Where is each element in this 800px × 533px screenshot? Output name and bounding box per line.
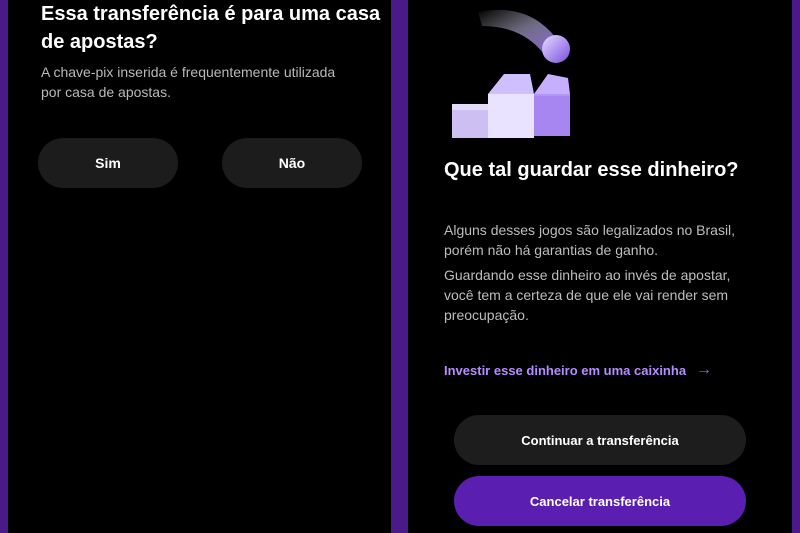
- save-money-title: Que tal guardar esse dinheiro?: [444, 159, 739, 181]
- boxes-illustration-icon: [452, 9, 570, 138]
- invest-in-box-link[interactable]: Investir esse dinheiro em uma caixinha →: [444, 360, 712, 380]
- bet-question-title: Essa transferência é para uma casa de ap…: [41, 3, 381, 53]
- cancel-transfer-button[interactable]: Cancelar transferência: [454, 476, 746, 526]
- bet-question-description: A chave-pix inserida é frequentemente ut…: [41, 64, 336, 100]
- yes-button[interactable]: Sim: [38, 138, 178, 188]
- legality-paragraph: Alguns desses jogos são legalizados no B…: [444, 222, 736, 258]
- no-button[interactable]: Não: [222, 138, 362, 188]
- invest-link-label: Investir esse dinheiro em uma caixinha: [444, 362, 687, 378]
- arrow-right-icon: →: [696, 361, 713, 378]
- continue-transfer-button[interactable]: Continuar a transferência: [454, 415, 746, 465]
- right-phone-screen: Que tal guardar esse dinheiro? Alguns de…: [408, 0, 792, 533]
- save-paragraph: Guardando esse dinheiro ao invés de apos…: [444, 267, 731, 323]
- left-phone-screen: Essa transferência é para uma casa de ap…: [8, 0, 391, 533]
